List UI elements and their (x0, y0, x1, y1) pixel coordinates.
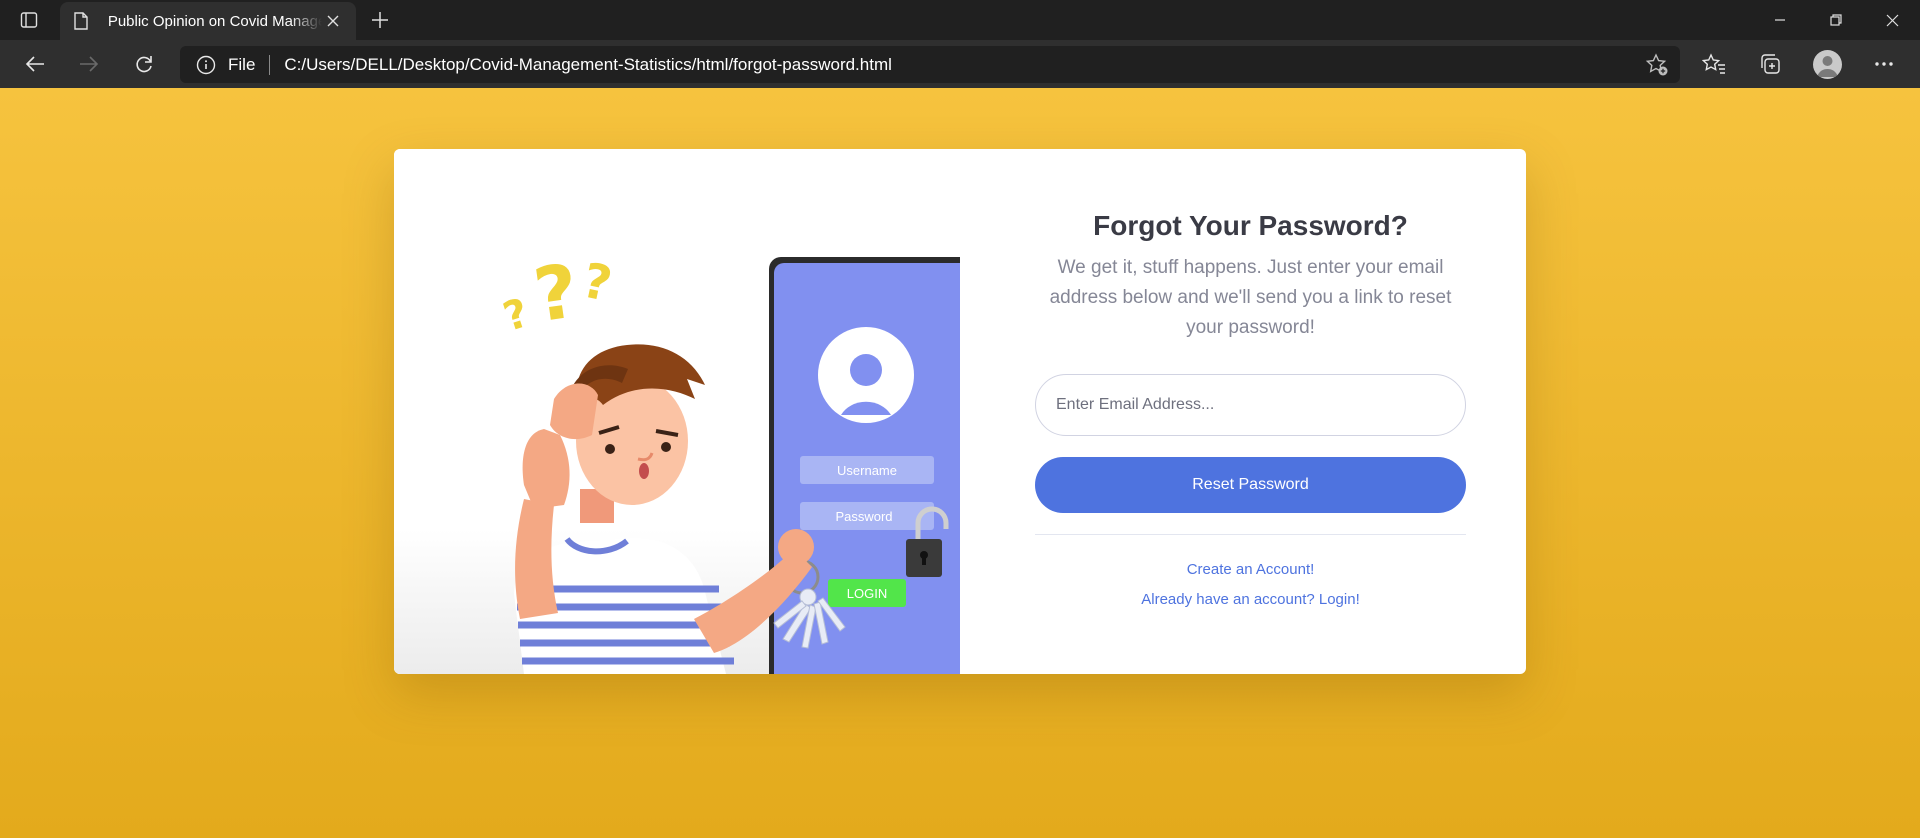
browser-tab[interactable]: Public Opinion on Covid Management Stati… (60, 2, 356, 40)
email-input[interactable] (1035, 374, 1466, 436)
address-separator (269, 54, 271, 75)
tab-actions-icon (20, 12, 38, 28)
window-controls (1752, 0, 1920, 40)
restore-button[interactable] (1808, 0, 1864, 40)
settings-more-button[interactable] (1867, 47, 1901, 81)
address-bar[interactable]: File C:/Users/DELL/Desktop/Covid-Managem… (180, 46, 1680, 83)
forward-button[interactable] (72, 47, 106, 81)
forward-arrow-icon (80, 56, 99, 72)
phone-username-label: Username (837, 463, 897, 478)
close-icon (327, 15, 339, 27)
svg-text:?: ? (498, 290, 534, 341)
reset-password-button[interactable]: Reset Password (1035, 457, 1466, 513)
favorites-icon (1702, 53, 1725, 74)
forgot-password-card: ? ? ? Username Password LOGIN Forgot You… (394, 149, 1526, 674)
address-url[interactable]: C:/Users/DELL/Desktop/Covid-Management-S… (284, 55, 892, 75)
svg-text:?: ? (529, 248, 583, 339)
minimize-icon (1775, 19, 1785, 21)
new-tab-button[interactable] (366, 6, 394, 34)
minimize-button[interactable] (1752, 0, 1808, 40)
form-title: Forgot Your Password? (1093, 210, 1408, 241)
star-add-icon (1645, 53, 1668, 76)
forgot-password-illustration: ? ? ? Username Password LOGIN (394, 149, 960, 674)
phone-password-label: Password (835, 509, 892, 524)
restore-icon (1830, 14, 1842, 26)
browser-tab-bar: Public Opinion on Covid Management Stati… (0, 0, 1920, 40)
page-background: ? ? ? Username Password LOGIN Forgot You… (0, 88, 1920, 838)
address-scheme: File (228, 54, 256, 74)
favorites-button[interactable] (1697, 47, 1731, 81)
form-divider (1035, 534, 1466, 535)
form-description: We get it, stuff happens. Just enter you… (1049, 257, 1452, 338)
svg-text:?: ? (578, 252, 617, 313)
collections-icon (1761, 54, 1780, 74)
tab-close-button[interactable] (322, 10, 344, 32)
tab-actions-button[interactable] (0, 0, 58, 40)
close-icon (1886, 14, 1898, 26)
add-favorite-button[interactable] (1644, 52, 1670, 78)
back-arrow-icon (25, 56, 44, 72)
question-marks-icon: ? ? ? (498, 248, 617, 341)
more-icon (1875, 62, 1893, 66)
profile-avatar[interactable] (1813, 50, 1842, 79)
user-icon (1817, 56, 1838, 77)
info-icon[interactable] (196, 55, 216, 75)
browser-toolbar: File C:/Users/DELL/Desktop/Covid-Managem… (0, 40, 1920, 88)
create-account-link[interactable]: Create an Account! (1035, 561, 1466, 578)
refresh-icon (136, 56, 152, 73)
tab-title: Public Opinion on Covid Management Stati… (107, 12, 323, 30)
back-button[interactable] (18, 47, 52, 81)
login-link[interactable]: Already have an account? Login! (1035, 591, 1466, 608)
plus-icon (372, 12, 388, 28)
close-window-button[interactable] (1864, 0, 1920, 40)
refresh-button[interactable] (127, 47, 161, 81)
phone-login-label: LOGIN (847, 586, 887, 601)
file-icon (74, 12, 96, 30)
collections-button[interactable] (1753, 47, 1787, 81)
